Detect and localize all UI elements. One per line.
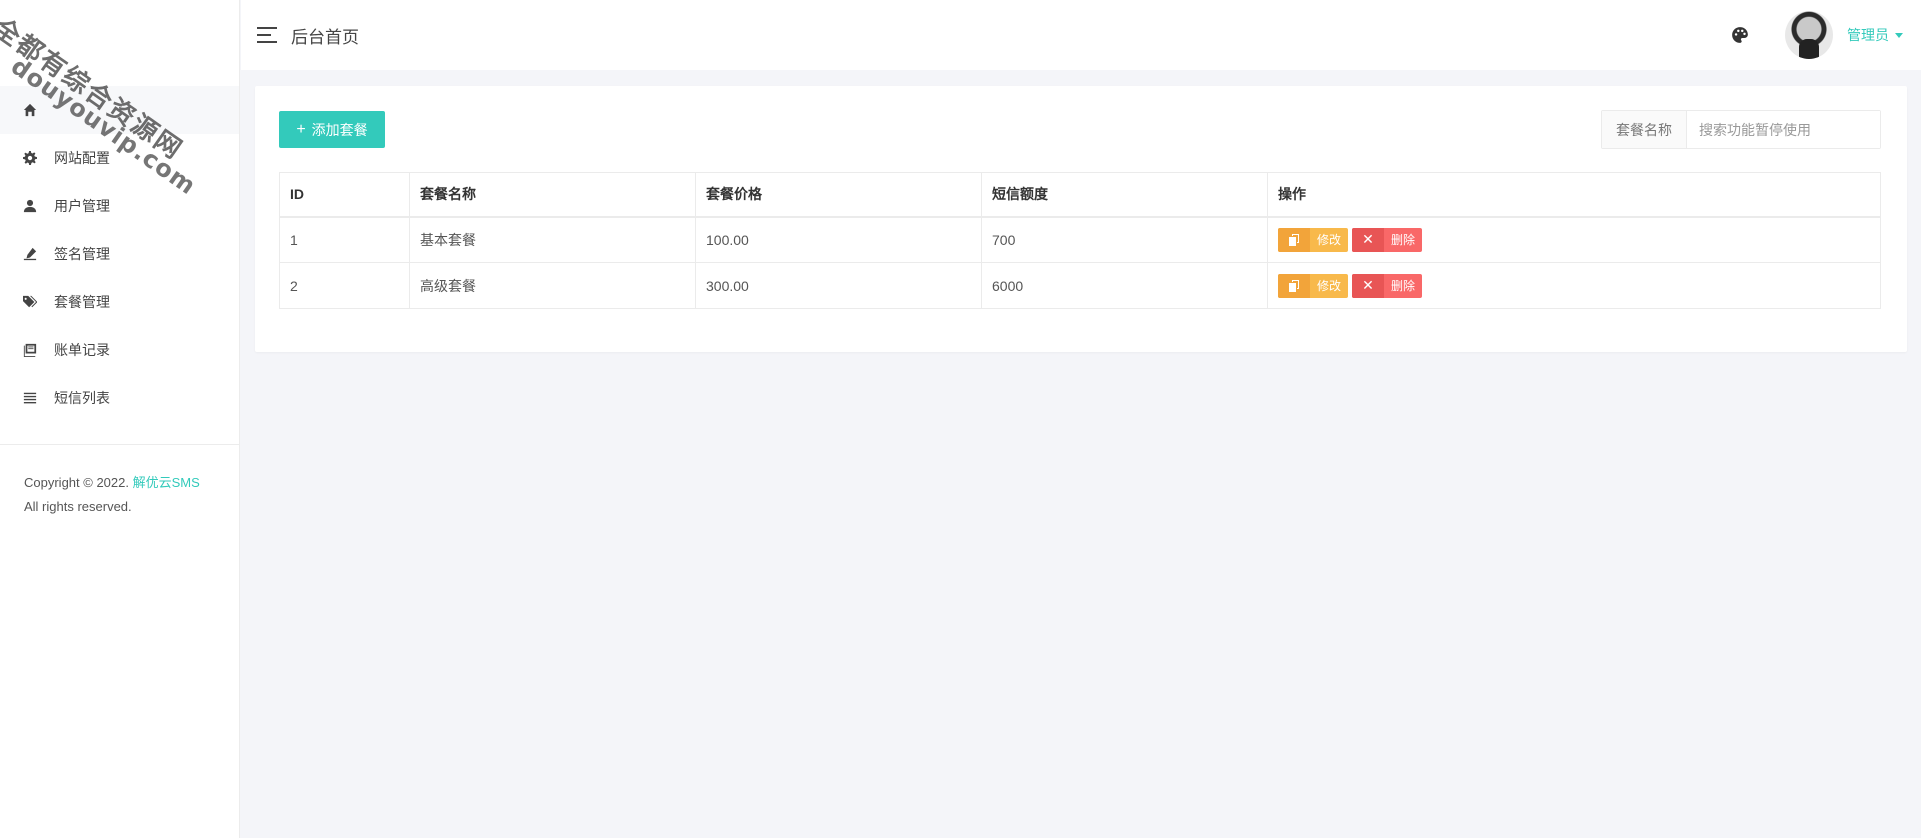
sidebar-item-signatures[interactable]: 签名管理: [0, 230, 239, 278]
sidebar-item-site-config[interactable]: 网站配置: [0, 134, 239, 182]
table-row: 2 高级套餐 300.00 6000 修改 ✕ 删除: [279, 262, 1881, 309]
gear-icon: [22, 150, 38, 166]
copyright-brand-link[interactable]: 解优云SMS: [133, 475, 200, 490]
add-package-button[interactable]: + 添加套餐: [279, 111, 385, 148]
sidebar-item-label: 短信列表: [54, 390, 110, 406]
column-header-name: 套餐名称: [409, 172, 696, 218]
chevron-down-icon[interactable]: [1895, 32, 1903, 38]
delete-label: 删除: [1390, 279, 1415, 293]
search-group: 套餐名称: [1601, 110, 1881, 149]
close-icon: ✕: [1352, 227, 1384, 252]
table-header-row: ID 套餐名称 套餐价格 短信额度 操作: [279, 172, 1881, 218]
cell-name: 基本套餐: [409, 216, 696, 263]
sidebar-item-sms-list[interactable]: 短信列表: [0, 374, 239, 422]
edit-icon: [1278, 227, 1310, 252]
sidebar-item-home[interactable]: [0, 86, 239, 134]
close-icon: ✕: [1352, 273, 1384, 298]
sidebar-item-bills[interactable]: 账单记录: [0, 326, 239, 374]
search-input[interactable]: [1687, 111, 1880, 148]
top-header: 后台首页 管理员: [241, 0, 1921, 70]
sidebar-nav: 网站配置 用户管理 签名管理 套餐管理 账单记录 短信列表: [0, 86, 239, 422]
cell-quota: 6000: [981, 262, 1268, 309]
signature-icon: [22, 246, 38, 262]
copyright-suffix: All rights reserved.: [24, 499, 132, 514]
edit-label: 修改: [1316, 233, 1341, 248]
sidebar-logo: [0, 0, 239, 86]
sidebar-item-label: 签名管理: [54, 246, 110, 262]
cell-price: 100.00: [695, 216, 982, 263]
sidebar-item-label: 账单记录: [54, 342, 110, 358]
user-menu[interactable]: 管理员: [1847, 25, 1889, 45]
cell-quota: 700: [981, 216, 1268, 263]
sidebar-item-label: 网站配置: [54, 150, 110, 166]
list-icon: [22, 390, 38, 406]
palette-icon[interactable]: [1731, 26, 1749, 44]
sidebar-item-label: 套餐管理: [54, 294, 110, 310]
column-header-price: 套餐价格: [695, 172, 982, 218]
home-icon: [22, 102, 38, 118]
plus-icon: +: [296, 120, 306, 138]
sidebar-item-label: 用户管理: [54, 198, 110, 214]
header-right: 管理员: [1731, 0, 1921, 70]
cell-actions: 修改 ✕ 删除: [1267, 216, 1881, 263]
cell-name: 高级套餐: [409, 262, 696, 309]
copyright-prefix: Copyright © 2022.: [24, 475, 129, 490]
edit-label: 修改: [1316, 279, 1341, 293]
page-title: 后台首页: [291, 27, 359, 47]
column-header-quota: 短信额度: [981, 172, 1268, 218]
avatar[interactable]: [1785, 11, 1833, 59]
cell-id: 2: [279, 262, 410, 309]
delete-label: 删除: [1390, 233, 1415, 248]
edit-icon: [1278, 273, 1310, 298]
sidebar-item-users[interactable]: 用户管理: [0, 182, 239, 230]
delete-button[interactable]: ✕ 删除: [1352, 273, 1422, 298]
cell-price: 300.00: [695, 262, 982, 309]
sidebar-item-packages[interactable]: 套餐管理: [0, 278, 239, 326]
packages-card: + 添加套餐 套餐名称 ID 套餐名称 套餐价格 短信额度 操作 1 基本套餐 …: [255, 86, 1907, 352]
add-package-label: 添加套餐: [311, 121, 368, 138]
sidebar: 网站配置 用户管理 签名管理 套餐管理 账单记录 短信列表 Copyright …: [0, 0, 240, 838]
menu-toggle-icon[interactable]: [257, 27, 279, 43]
column-header-actions: 操作: [1267, 172, 1881, 218]
edit-button[interactable]: 修改: [1278, 273, 1348, 298]
copyright: Copyright © 2022. 解优云SMS All rights rese…: [0, 445, 239, 519]
column-header-id: ID: [279, 172, 410, 218]
tags-icon: [22, 294, 38, 310]
search-label: 套餐名称: [1602, 111, 1687, 148]
cell-id: 1: [279, 216, 410, 263]
edit-button[interactable]: 修改: [1278, 227, 1348, 252]
delete-button[interactable]: ✕ 删除: [1352, 227, 1422, 252]
book-icon: [22, 342, 38, 358]
cell-actions: 修改 ✕ 删除: [1267, 262, 1881, 309]
packages-table: ID 套餐名称 套餐价格 短信额度 操作 1 基本套餐 100.00 700 修…: [279, 172, 1881, 309]
table-row: 1 基本套餐 100.00 700 修改 ✕ 删除: [279, 216, 1881, 263]
user-icon: [22, 198, 38, 214]
